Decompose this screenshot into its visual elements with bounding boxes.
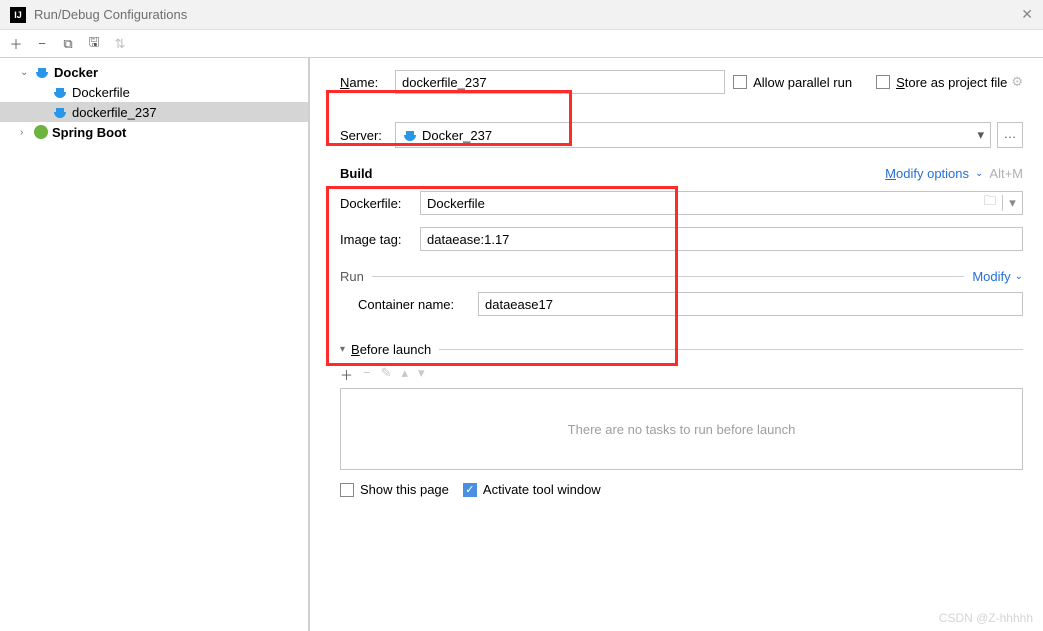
name-label: Name: <box>340 75 395 90</box>
modify-options-link[interactable]: Modify options <box>885 166 969 181</box>
docker-icon <box>52 106 68 118</box>
name-input[interactable] <box>395 70 725 94</box>
container-name-label: Container name: <box>358 297 478 312</box>
gear-icon[interactable]: ⚙ <box>1011 74 1023 90</box>
store-project-checkbox[interactable]: Store as project file ⚙ <box>876 74 1023 90</box>
build-title: Build <box>340 166 373 181</box>
image-tag-label: Image tag: <box>340 232 420 247</box>
run-title: Run <box>340 269 364 284</box>
expand-icon[interactable]: ⌄ <box>20 67 34 78</box>
tree-node-docker[interactable]: ⌄ Docker <box>0 62 308 82</box>
server-browse-button[interactable]: … <box>997 122 1023 148</box>
remove-config-button[interactable]: − <box>34 36 50 51</box>
show-page-checkbox[interactable]: Show this page <box>340 482 449 497</box>
chevron-down-icon: ⌄ <box>1015 271 1023 282</box>
container-name-input[interactable] <box>478 292 1023 316</box>
docker-icon <box>402 129 418 141</box>
image-tag-input[interactable] <box>420 227 1023 251</box>
bl-down-button[interactable]: ▾ <box>418 365 425 384</box>
watermark: CSDN @Z-hhhhh <box>939 611 1033 625</box>
save-config-button[interactable]: 🖫 <box>86 33 102 55</box>
config-tree: ⌄ Docker Dockerfile dockerfile_237 › Spr… <box>0 58 310 631</box>
dockerfile-input[interactable] <box>421 192 978 214</box>
expand-icon[interactable]: › <box>20 127 34 138</box>
before-launch-title: Before launch <box>351 342 431 357</box>
bl-remove-button[interactable]: − <box>363 365 371 384</box>
collapse-icon[interactable]: ▾ <box>340 344 345 355</box>
chevron-down-icon: ▾ <box>977 127 984 143</box>
activate-tool-checkbox[interactable]: ✓Activate tool window <box>463 482 601 497</box>
before-launch-list: There are no tasks to run before launch <box>340 388 1023 470</box>
server-label: Server: <box>340 128 395 143</box>
spring-icon <box>34 125 48 139</box>
run-modify-link[interactable]: Modify <box>972 269 1010 284</box>
window-title: Run/Debug Configurations <box>34 7 1021 22</box>
app-icon: IJ <box>10 7 26 23</box>
bl-add-button[interactable]: ＋ <box>340 365 353 384</box>
tree-node-dockerfile[interactable]: Dockerfile <box>0 82 308 102</box>
server-select[interactable]: Docker_237 ▾ <box>395 122 991 148</box>
tree-node-springboot[interactable]: › Spring Boot <box>0 122 308 142</box>
add-config-button[interactable]: ＋ <box>8 34 24 53</box>
folder-icon[interactable]: 🗀 <box>978 192 1002 214</box>
allow-parallel-checkbox[interactable]: Allow parallel run <box>733 75 852 90</box>
copy-config-button[interactable]: ⧉ <box>60 36 76 52</box>
chevron-down-icon[interactable]: ▾ <box>1002 195 1022 211</box>
bl-up-button[interactable]: ▴ <box>402 365 409 384</box>
docker-icon <box>52 86 68 98</box>
docker-icon <box>34 66 50 78</box>
tree-node-dockerfile237[interactable]: dockerfile_237 <box>0 102 308 122</box>
chevron-down-icon: ⌄ <box>975 168 983 179</box>
sort-config-button[interactable]: ⇅ <box>112 36 128 52</box>
bl-edit-button[interactable]: ✎ <box>381 365 392 384</box>
close-icon[interactable]: ✕ <box>1021 6 1033 23</box>
dockerfile-label: Dockerfile: <box>340 196 420 211</box>
